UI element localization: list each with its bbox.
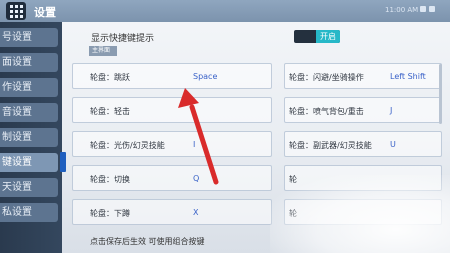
page-title: 设置 <box>34 6 56 19</box>
keybind-key: Q <box>193 174 200 183</box>
status-time: 11:00 AM <box>385 6 419 14</box>
sidebar-item-keybind[interactable]: 键设置 <box>0 153 58 172</box>
keybind-key: Space <box>193 72 218 81</box>
keybind-label: 轮盘：光伤/幻灵技能 <box>90 141 165 150</box>
sidebar-item-privacy[interactable]: 私设置 <box>0 203 58 222</box>
menu-icon[interactable] <box>6 2 26 20</box>
keybind-label: 轮盘：喷气背包/重击 <box>289 107 364 116</box>
show-shortcut-label: 显示快捷键提示 <box>91 34 155 44</box>
keybind-label: 轮盘：副武器/幻灵技能 <box>289 141 372 150</box>
keybind-label: 轮盘：跳跃 <box>90 73 130 82</box>
keybind-key: X <box>193 208 199 217</box>
section-badge: 主界面 <box>89 46 117 56</box>
keybind-label: 轮盘：切换 <box>90 175 130 184</box>
keybind-row[interactable]: 轮盘：闪避/坐骑操作 Left Shift <box>284 63 442 89</box>
keybind-label: 轮盘：闪避/坐骑操作 <box>289 73 364 82</box>
scrollbar-thumb[interactable] <box>439 64 442 124</box>
keybind-row[interactable]: 轮盘：下蹲 X <box>72 199 272 225</box>
save-hint: 点击保存后生效 可使用组合按键 <box>90 237 205 246</box>
keybind-row[interactable]: 轮盘：光伤/幻灵技能 I <box>72 131 272 157</box>
active-indicator <box>60 152 66 172</box>
keybind-key: Left Shift <box>390 72 426 81</box>
sidebar-item-audio[interactable]: 音设置 <box>0 103 58 122</box>
sidebar-item-display[interactable]: 面设置 <box>0 53 58 72</box>
sidebar: 号设置 面设置 作设置 音设置 制设置 键设置 天设置 私设置 <box>0 22 62 253</box>
keybind-row[interactable]: 轮盘：跳跃 Space <box>72 63 272 89</box>
sidebar-item-chat[interactable]: 天设置 <box>0 178 58 197</box>
battery-icon <box>429 6 435 12</box>
sidebar-item-account[interactable]: 号设置 <box>0 28 58 47</box>
toggle-on-label: 开启 <box>316 30 340 43</box>
status-icons <box>420 6 435 12</box>
signal-icon <box>420 6 426 12</box>
keybind-row[interactable]: 轮盘：副武器/幻灵技能 U <box>284 131 442 157</box>
sidebar-item-controls[interactable]: 制设置 <box>0 128 58 147</box>
keybind-key: I <box>193 140 196 149</box>
keybind-row[interactable]: 轮盘：切换 Q <box>72 165 272 191</box>
sidebar-item-operation[interactable]: 作设置 <box>0 78 58 97</box>
keybind-row[interactable]: 轮盘：轻击 <box>72 97 272 123</box>
keybind-key: U <box>390 140 396 149</box>
keybind-row[interactable]: 轮盘：喷气背包/重击 J <box>284 97 442 123</box>
keybind-label: 轮盘：下蹲 <box>90 209 130 218</box>
keybind-label: 轮盘：轻击 <box>90 107 130 116</box>
shortcut-toggle[interactable]: 开启 <box>294 30 340 43</box>
keybind-key: J <box>390 106 393 115</box>
top-bar: 设置 11:00 AM <box>0 0 450 22</box>
watermark-glow <box>270 175 450 253</box>
